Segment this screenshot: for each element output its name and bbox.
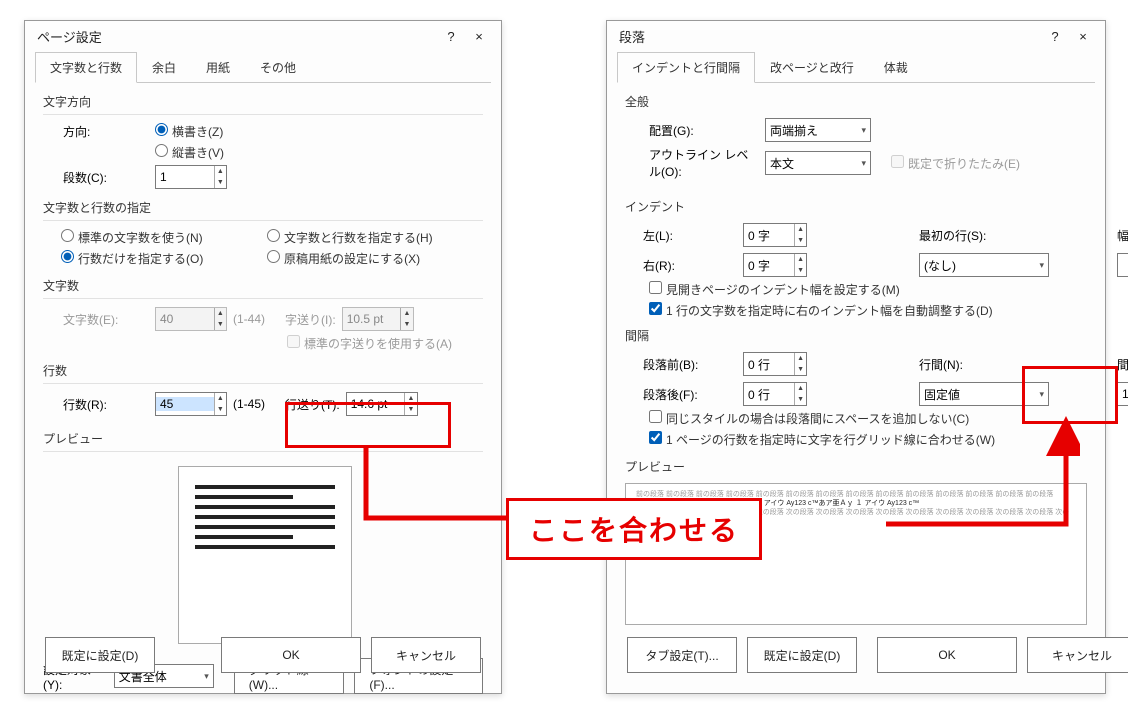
section-lines: 行数 bbox=[43, 362, 483, 386]
radio-horizontal[interactable] bbox=[155, 123, 168, 136]
lines-spinner[interactable]: ▲▼ bbox=[155, 392, 227, 416]
chk-mirror[interactable]: 見開きページのインデント幅を設定する(M) bbox=[649, 281, 900, 298]
close-button[interactable]: × bbox=[1069, 24, 1097, 48]
tab-pagination[interactable]: 改ページと改行 bbox=[755, 52, 869, 83]
indent-right-label: 右(R): bbox=[643, 257, 739, 274]
direction-label: 方向: bbox=[63, 123, 149, 140]
tab-paper[interactable]: 用紙 bbox=[191, 52, 245, 83]
tab-other[interactable]: その他 bbox=[245, 52, 311, 83]
pitch-spinner: ▲▼ bbox=[342, 307, 414, 331]
space-after-spinner[interactable]: ▲▼ bbox=[743, 382, 807, 406]
radio-horizontal-label[interactable]: 横書き(Z) bbox=[155, 123, 223, 140]
chk-std-pitch: 標準の字送りを使用する(A) bbox=[287, 335, 452, 352]
chk-collapse: 既定で折りたたみ(E) bbox=[891, 155, 1020, 172]
indent-right-spinner[interactable]: ▲▼ bbox=[743, 253, 807, 277]
content: 文字方向 方向: 横書き(Z) 縦書き(V) 段数(C): ▲▼ 文字数と行数の… bbox=[25, 83, 501, 704]
outline-select[interactable]: 本文▾ bbox=[765, 151, 871, 175]
section-preview: プレビュー bbox=[625, 458, 1087, 477]
radio-lines-only[interactable]: 行数だけを指定する(O) bbox=[61, 250, 261, 267]
paragraph-dialog: 段落 ? × インデントと行間隔 改ページと改行 体裁 全般 配置(G): 両端… bbox=[606, 20, 1106, 694]
chars-spinner: ▲▼ bbox=[155, 307, 227, 331]
chars-range: (1-44) bbox=[233, 312, 265, 326]
page-preview-thumbnail bbox=[178, 466, 352, 644]
radio-specify-both[interactable]: 文字数と行数を指定する(H) bbox=[267, 229, 483, 246]
titlebar: ページ設定 ? × bbox=[25, 21, 501, 51]
section-spacing: 間隔 bbox=[625, 327, 1087, 346]
cancel-button[interactable]: キャンセル bbox=[371, 637, 481, 673]
tab-indent-spacing[interactable]: インデントと行間隔 bbox=[617, 52, 755, 83]
space-before-label: 段落前(B): bbox=[643, 356, 739, 373]
line-pitch-spinner[interactable]: ▲▼ bbox=[346, 392, 418, 416]
page-setup-dialog: ページ設定 ? × 文字数と行数 余白 用紙 その他 文字方向 方向: 横書き(… bbox=[24, 20, 502, 694]
lines-range: (1-45) bbox=[233, 397, 265, 411]
section-text-direction: 文字方向 bbox=[43, 93, 483, 117]
line-spacing-select[interactable]: 固定値▾ bbox=[919, 382, 1049, 406]
help-button[interactable]: ? bbox=[437, 24, 465, 48]
section-chars: 文字数 bbox=[43, 277, 483, 301]
titlebar: 段落 ? × bbox=[607, 21, 1105, 51]
radio-manuscript[interactable]: 原稿用紙の設定にする(X) bbox=[267, 250, 483, 267]
first-line-select[interactable]: (なし)▾ bbox=[919, 253, 1049, 277]
chk-same-style[interactable]: 同じスタイルの場合は段落間にスペースを追加しない(C) bbox=[649, 410, 969, 427]
width-spinner[interactable]: ▲▼ bbox=[1117, 253, 1128, 277]
columns-spinner[interactable]: ▲▼ bbox=[155, 165, 227, 189]
cancel-button[interactable]: キャンセル bbox=[1027, 637, 1128, 673]
tab-margins[interactable]: 余白 bbox=[137, 52, 191, 83]
radio-vertical[interactable] bbox=[155, 144, 168, 157]
ok-button[interactable]: OK bbox=[221, 637, 361, 673]
ok-button[interactable]: OK bbox=[877, 637, 1017, 673]
first-line-label: 最初の行(S): bbox=[919, 227, 1049, 244]
chk-auto-adjust[interactable]: 1 行の文字数を指定時に右のインデント幅を自動調整する(D) bbox=[649, 302, 993, 319]
tabs: 文字数と行数 余白 用紙 その他 bbox=[35, 51, 491, 83]
set-default-button[interactable]: 既定に設定(D) bbox=[747, 637, 857, 673]
indent-left-label: 左(L): bbox=[643, 227, 739, 244]
radio-vertical-label[interactable]: 縦書き(V) bbox=[155, 144, 224, 161]
space-before-spinner[interactable]: ▲▼ bbox=[743, 352, 807, 376]
tabs: インデントと行間隔 改ページと改行 体裁 bbox=[617, 51, 1095, 83]
close-button[interactable]: × bbox=[465, 24, 493, 48]
section-indent: インデント bbox=[625, 198, 1087, 217]
indent-left-spinner[interactable]: ▲▼ bbox=[743, 223, 807, 247]
section-char-line-spec: 文字数と行数の指定 bbox=[43, 199, 483, 223]
tab-typography[interactable]: 体裁 bbox=[869, 52, 923, 83]
width-label: 幅(Y): bbox=[1117, 227, 1128, 244]
line-spacing-label: 行間(N): bbox=[919, 356, 1049, 373]
at-label: 間隔(A): bbox=[1117, 356, 1128, 373]
tabs-button[interactable]: タブ設定(T)... bbox=[627, 637, 737, 673]
columns-label: 段数(C): bbox=[63, 169, 149, 186]
dialog-title: ページ設定 bbox=[37, 27, 102, 46]
help-button[interactable]: ? bbox=[1041, 24, 1069, 48]
set-default-button[interactable]: 既定に設定(D) bbox=[45, 637, 155, 673]
section-preview: プレビュー bbox=[43, 430, 483, 454]
chk-snap-grid[interactable]: 1 ページの行数を指定時に文字を行グリッド線に合わせる(W) bbox=[649, 431, 995, 448]
alignment-label: 配置(G): bbox=[649, 122, 759, 139]
chars-label: 文字数(E): bbox=[63, 311, 149, 328]
line-pitch-label: 行送り(T): bbox=[285, 396, 340, 413]
space-after-label: 段落後(F): bbox=[643, 386, 739, 403]
at-spinner[interactable]: ▲▼ bbox=[1117, 382, 1128, 406]
radio-std-chars[interactable]: 標準の文字数を使う(N) bbox=[61, 229, 261, 246]
callout-text: ここを合わせる bbox=[506, 498, 762, 560]
alignment-select[interactable]: 両端揃え▾ bbox=[765, 118, 871, 142]
tab-chars-lines[interactable]: 文字数と行数 bbox=[35, 52, 137, 83]
dialog-title: 段落 bbox=[619, 27, 645, 46]
section-general: 全般 bbox=[625, 93, 1087, 112]
outline-label: アウトライン レベル(O): bbox=[649, 146, 759, 180]
pitch-label: 字送り(I): bbox=[285, 311, 336, 328]
lines-label: 行数(R): bbox=[63, 396, 149, 413]
